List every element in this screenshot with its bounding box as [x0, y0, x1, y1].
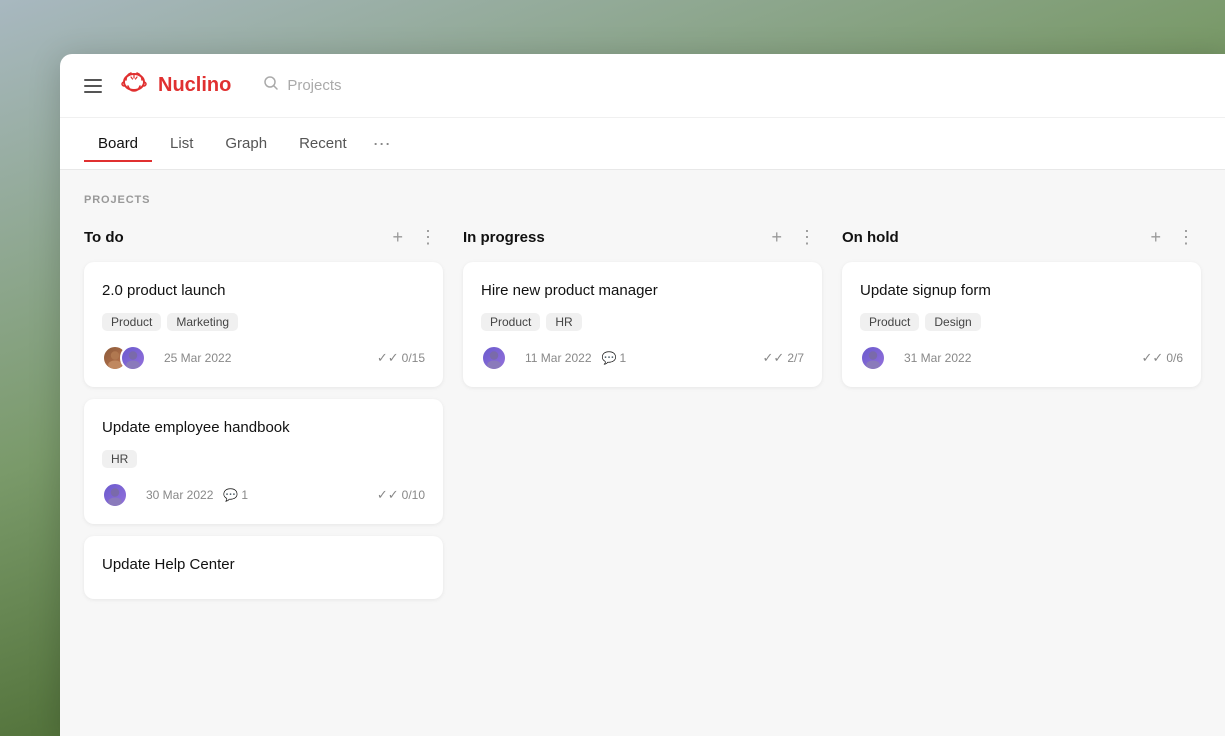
column-todo: To do + ⋮ 2.0 product launch Product Mar… [84, 226, 443, 599]
search-icon [263, 75, 279, 96]
add-card-todo-button[interactable]: + [386, 226, 409, 248]
card-meta: 11 Mar 2022 💬 1 ✓✓ 2/7 [481, 345, 804, 371]
tab-board[interactable]: Board [84, 127, 152, 162]
card-tags: Product Design [860, 313, 1183, 331]
card-tags: Product HR [481, 313, 804, 331]
card-title: Update employee handbook [102, 417, 425, 438]
tag-product: Product [860, 313, 919, 331]
columns-container: To do + ⋮ 2.0 product launch Product Mar… [84, 226, 1201, 599]
check-icon: ✓✓ [763, 350, 785, 366]
tag-product: Product [481, 313, 540, 331]
check-count: 0/6 [1166, 351, 1183, 365]
tag-product: Product [102, 313, 161, 331]
comment-count: 1 [619, 351, 626, 365]
card-checks: ✓✓ 2/7 [763, 350, 804, 366]
comment-icon: 💬 [602, 351, 617, 365]
card-help-center[interactable]: Update Help Center [84, 536, 443, 599]
card-date: 11 Mar 2022 [525, 351, 592, 365]
column-inprogress-menu-button[interactable]: ⋮ [792, 226, 822, 248]
avatar-1 [860, 345, 886, 371]
avatars [860, 345, 886, 371]
add-card-inprogress-button[interactable]: + [765, 226, 788, 248]
card-title: Update signup form [860, 280, 1183, 301]
card-employee-handbook[interactable]: Update employee handbook HR 30 Mar 2022 … [84, 399, 443, 524]
section-label: PROJECTS [84, 194, 1201, 206]
search-placeholder: Projects [287, 77, 341, 94]
card-meta: 25 Mar 2022 ✓✓ 0/15 [102, 345, 425, 371]
column-inprogress: In progress + ⋮ Hire new product manager… [463, 226, 822, 399]
check-count: 0/10 [402, 488, 425, 502]
tabs-bar: Board List Graph Recent ⋯ [60, 118, 1225, 170]
tab-more-icon[interactable]: ⋯ [365, 131, 399, 157]
check-icon: ✓✓ [377, 350, 399, 366]
tab-graph[interactable]: Graph [211, 127, 281, 162]
avatar-2 [120, 345, 146, 371]
card-meta: 31 Mar 2022 ✓✓ 0/6 [860, 345, 1183, 371]
card-tags: HR [102, 450, 425, 468]
card-title: 2.0 product launch [102, 280, 425, 301]
column-header-todo: To do + ⋮ [84, 226, 443, 248]
tag-marketing: Marketing [167, 313, 238, 331]
logo-icon [118, 66, 150, 105]
column-header-inprogress: In progress + ⋮ [463, 226, 822, 248]
card-title: Hire new product manager [481, 280, 804, 301]
avatar-1 [102, 482, 128, 508]
column-title-inprogress: In progress [463, 229, 761, 246]
column-onhold-menu-button[interactable]: ⋮ [1171, 226, 1201, 248]
comment-icon: 💬 [223, 488, 238, 502]
card-comments: 💬 1 [223, 488, 248, 502]
card-checks: ✓✓ 0/6 [1142, 350, 1183, 366]
column-header-onhold: On hold + ⋮ [842, 226, 1201, 248]
search-area[interactable]: Projects [263, 75, 341, 96]
column-onhold: On hold + ⋮ Update signup form Product D… [842, 226, 1201, 399]
card-tags: Product Marketing [102, 313, 425, 331]
card-signup-form[interactable]: Update signup form Product Design 31 Mar… [842, 262, 1201, 387]
tag-hr: HR [102, 450, 137, 468]
card-product-launch[interactable]: 2.0 product launch Product Marketing [84, 262, 443, 387]
hamburger-icon[interactable] [84, 79, 102, 93]
card-title: Update Help Center [102, 554, 425, 575]
tab-recent[interactable]: Recent [285, 127, 361, 162]
card-date: 30 Mar 2022 [146, 488, 213, 502]
column-title-onhold: On hold [842, 229, 1140, 246]
app-window: Nuclino Projects Board List Graph Recent… [60, 54, 1225, 736]
card-meta: 30 Mar 2022 💬 1 ✓✓ 0/10 [102, 482, 425, 508]
tab-list[interactable]: List [156, 127, 207, 162]
avatars [102, 345, 146, 371]
tag-design: Design [925, 313, 980, 331]
logo-area: Nuclino [118, 66, 231, 105]
card-checks: ✓✓ 0/15 [377, 350, 425, 366]
check-count: 2/7 [787, 351, 804, 365]
board-content: PROJECTS To do + ⋮ 2.0 product launch Pr… [60, 170, 1225, 736]
card-checks: ✓✓ 0/10 [377, 487, 425, 503]
tag-hr: HR [546, 313, 581, 331]
avatar-1 [481, 345, 507, 371]
card-date: 31 Mar 2022 [904, 351, 971, 365]
column-title-todo: To do [84, 229, 382, 246]
avatars [102, 482, 128, 508]
header: Nuclino Projects [60, 54, 1225, 118]
card-date: 25 Mar 2022 [164, 351, 231, 365]
column-todo-menu-button[interactable]: ⋮ [413, 226, 443, 248]
card-hire-manager[interactable]: Hire new product manager Product HR 11 M… [463, 262, 822, 387]
card-comments: 💬 1 [602, 351, 627, 365]
comment-count: 1 [241, 488, 248, 502]
check-count: 0/15 [402, 351, 425, 365]
add-card-onhold-button[interactable]: + [1144, 226, 1167, 248]
check-icon: ✓✓ [377, 487, 399, 503]
check-icon: ✓✓ [1142, 350, 1164, 366]
app-name: Nuclino [158, 74, 231, 97]
avatars [481, 345, 507, 371]
